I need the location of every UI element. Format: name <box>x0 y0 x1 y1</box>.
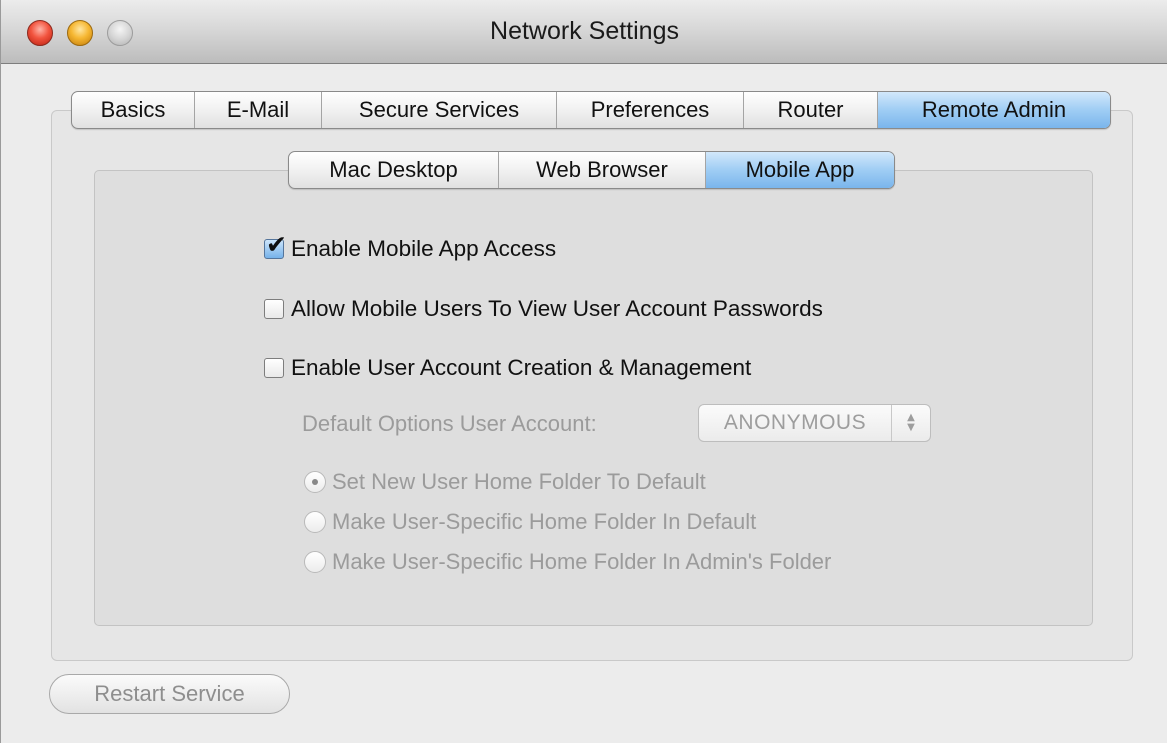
tab-preferences[interactable]: Preferences <box>557 92 744 128</box>
tab-secure-services[interactable]: Secure Services <box>322 92 557 128</box>
tab-basics[interactable]: Basics <box>72 92 195 128</box>
restart-service-button[interactable]: Restart Service <box>49 674 290 714</box>
default-options-value: ANONYMOUS <box>699 405 892 441</box>
main-tab-bar: Basics E-Mail Secure Services Preference… <box>71 91 1111 129</box>
allow-view-passwords-checkbox[interactable] <box>264 299 284 319</box>
radio-button-icon[interactable] <box>304 511 326 533</box>
allow-view-passwords-label: Allow Mobile Users To View User Account … <box>291 296 823 321</box>
up-down-arrows-icon: ▲ ▼ <box>907 412 915 433</box>
tab-remote-admin[interactable]: Remote Admin <box>878 92 1110 128</box>
title-bar[interactable]: Network Settings <box>1 0 1167 64</box>
default-options-label: Default Options User Account: <box>302 411 597 436</box>
radio-user-specific-admin[interactable]: Make User-Specific Home Folder In Admin'… <box>304 549 831 575</box>
radio-label: Make User-Specific Home Folder In Admin'… <box>332 549 832 574</box>
tab-router[interactable]: Router <box>744 92 878 128</box>
allow-view-passwords-option[interactable]: Allow Mobile Users To View User Account … <box>264 296 823 322</box>
subtab-mac-desktop[interactable]: Mac Desktop <box>289 152 499 188</box>
radio-label: Set New User Home Folder To Default <box>332 469 706 494</box>
network-settings-window: Network Settings Basics E-Mail Secure Se… <box>0 0 1167 743</box>
radio-label: Make User-Specific Home Folder In Defaul… <box>332 509 757 534</box>
radio-user-specific-default[interactable]: Make User-Specific Home Folder In Defaul… <box>304 509 756 535</box>
enable-account-management-label: Enable User Account Creation & Managemen… <box>291 355 752 380</box>
radio-button-icon[interactable] <box>304 471 326 493</box>
subtab-mobile-app[interactable]: Mobile App <box>706 152 894 188</box>
radio-button-icon[interactable] <box>304 551 326 573</box>
window-title: Network Settings <box>490 17 679 45</box>
radio-set-home-default[interactable]: Set New User Home Folder To Default <box>304 469 706 495</box>
enable-account-management-checkbox[interactable] <box>264 358 284 378</box>
enable-mobile-app-access-option[interactable]: ✔ Enable Mobile App Access <box>264 232 557 262</box>
checkmark-icon: ✔ <box>266 230 287 259</box>
default-options-popup[interactable]: ANONYMOUS ▲ ▼ <box>698 404 931 442</box>
enable-mobile-app-access-checkbox[interactable]: ✔ <box>264 232 287 259</box>
enable-account-management-option[interactable]: Enable User Account Creation & Managemen… <box>264 355 751 381</box>
sub-tab-bar: Mac Desktop Web Browser Mobile App <box>288 151 895 189</box>
enable-mobile-app-access-label: Enable Mobile App Access <box>291 236 557 261</box>
subtab-web-browser[interactable]: Web Browser <box>499 152 706 188</box>
tab-email[interactable]: E-Mail <box>195 92 322 128</box>
